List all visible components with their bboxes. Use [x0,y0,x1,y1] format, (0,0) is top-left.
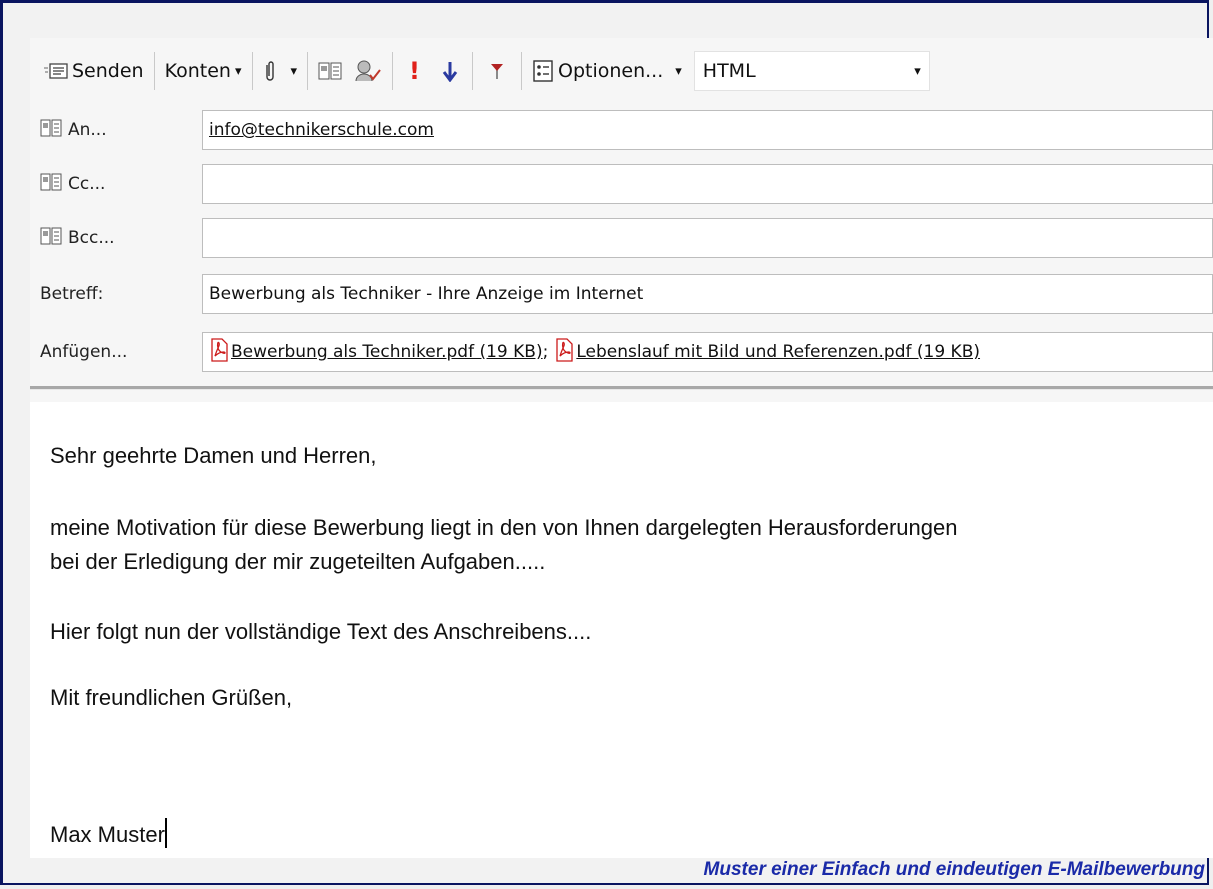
attachment-name: Bewerbung als Techniker.pdf (19 KB) [231,342,543,362]
attachments-field[interactable]: Bewerbung als Techniker.pdf (19 KB); Leb… [202,332,1213,372]
toolbar: Senden Konten ▾ ▾ ! Optionen... ▾ HTML ▾ [30,38,1213,104]
address-book-button[interactable] [312,51,348,91]
chevron-down-icon: ▾ [675,63,682,79]
chevron-down-icon[interactable]: ▾ [291,64,298,79]
body-paragraph-line: meine Motivation für diese Bewerbung lie… [50,515,958,540]
attachment-separator: ; [542,342,549,362]
toolbar-separator [471,52,473,90]
to-label: An... [68,120,107,140]
options-button[interactable]: Optionen... ▾ [526,51,688,91]
options-icon [532,59,554,83]
check-names-button[interactable] [348,51,388,91]
attach-row: Anfügen... Bewerbung als Techniker.pdf (… [30,330,1213,374]
importance-low-button[interactable] [432,51,468,91]
to-button[interactable]: An... [40,108,107,152]
pdf-icon [554,337,574,367]
bcc-label: Bcc... [68,228,115,248]
format-value: HTML [702,60,756,82]
attach-label: Anfügen... [40,342,128,362]
bcc-row: Bcc... [30,216,1213,260]
pdf-icon [209,337,229,367]
to-field[interactable]: info@technikerschule.com [202,110,1213,150]
attach-label-button[interactable]: Anfügen... [40,330,127,374]
accounts-button[interactable]: Konten ▾ [159,51,248,91]
cc-label: Cc... [68,174,106,194]
paperclip-icon [263,59,277,83]
toolbar-separator [307,52,309,90]
message-body[interactable]: Sehr geehrte Damen und Herren, meine Mot… [30,402,1213,858]
importance-high-button[interactable]: ! [397,51,432,91]
image-caption: Muster einer Einfach und eindeutigen E-M… [703,859,1205,880]
subject-row: Betreff: Bewerbung als Techniker - Ihre … [30,272,1213,316]
flag-icon [489,61,505,81]
cc-button[interactable]: Cc... [40,162,105,206]
address-book-icon [40,173,62,196]
cc-field[interactable] [202,164,1213,204]
body-signature: Max Muster [50,822,165,847]
subject-field[interactable]: Bewerbung als Techniker - Ihre Anzeige i… [202,274,1213,314]
recipient-address[interactable]: info@technikerschule.com [209,120,434,140]
toolbar-separator [392,52,394,90]
cc-row: Cc... [30,162,1213,206]
toolbar-separator [520,52,522,90]
importance-high-icon: ! [409,57,420,85]
address-book-icon [40,119,62,142]
subject-value: Bewerbung als Techniker - Ihre Anzeige i… [209,284,644,304]
chevron-down-icon: ▾ [914,63,921,79]
attachment-name: Lebenslauf mit Bild und Referenzen.pdf (… [576,342,981,362]
body-paragraph-line: bei der Erledigung der mir zugeteilten A… [50,549,546,574]
body-paragraph: Hier folgt nun der vollständige Text des… [50,619,592,644]
toolbar-separator [251,52,253,90]
body-signature-line: Max Muster [50,818,167,849]
address-book-icon [40,227,62,250]
attachment-item[interactable]: Lebenslauf mit Bild und Referenzen.pdf (… [554,337,981,367]
subject-label: Betreff: [40,284,104,304]
compose-window: Senden Konten ▾ ▾ ! Optionen... ▾ HTML ▾… [30,38,1213,858]
toolbar-separator [153,52,155,90]
body-greeting: Sehr geehrte Damen und Herren, [50,443,377,468]
accounts-label: Konten [164,60,231,82]
address-book-icon [318,61,342,81]
format-select[interactable]: HTML ▾ [693,51,930,91]
send-icon [44,62,68,80]
options-label: Optionen... [557,60,664,82]
body-closing: Mit freundlichen Grüßen, [50,685,293,710]
importance-low-icon [442,60,458,82]
send-button[interactable]: Senden [38,51,150,91]
attachment-item[interactable]: Bewerbung als Techniker.pdf (19 KB); [209,337,549,367]
chevron-down-icon: ▾ [234,63,242,79]
flag-button[interactable] [477,51,517,91]
to-row: An... info@technikerschule.com [30,108,1213,152]
bcc-button[interactable]: Bcc... [40,216,115,260]
check-names-icon [354,59,382,83]
header-body-divider [30,386,1213,390]
send-label: Senden [72,60,144,82]
attach-button[interactable]: ▾ [257,51,304,91]
text-cursor [164,818,167,848]
bcc-field[interactable] [202,218,1213,258]
